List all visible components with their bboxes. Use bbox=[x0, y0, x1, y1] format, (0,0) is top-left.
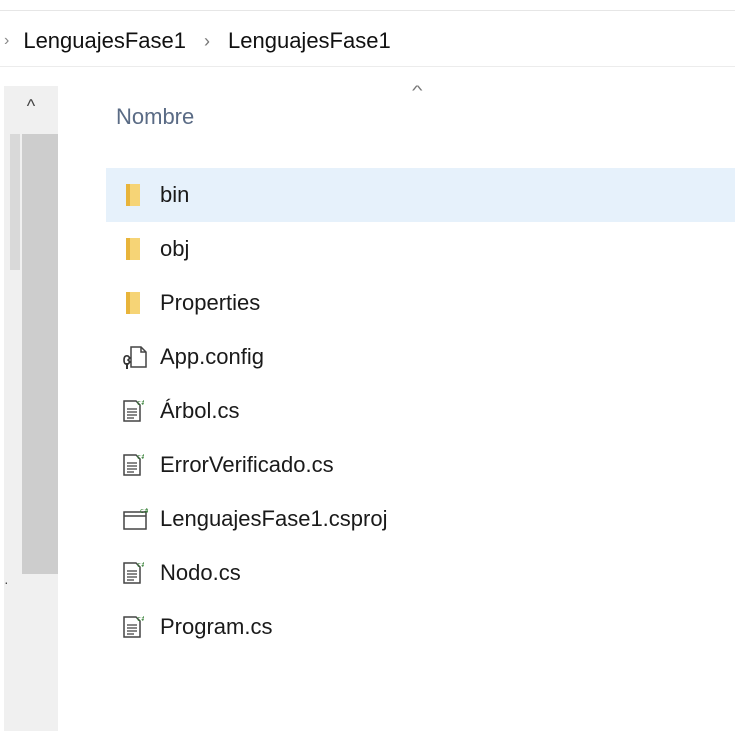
list-item-app-config[interactable]: App.config bbox=[106, 330, 735, 384]
csharp-file-icon: c# bbox=[122, 614, 147, 640]
scroll-up-arrow-icon[interactable]: ^ bbox=[4, 86, 58, 126]
svg-text:c#: c# bbox=[137, 399, 144, 407]
file-name: LenguajesFase1.csproj bbox=[160, 506, 388, 531]
scroll-thumb[interactable] bbox=[22, 134, 58, 574]
file-name: Nodo.cs bbox=[160, 560, 241, 585]
navigation-pane-dot: · bbox=[4, 574, 9, 590]
list-item-errorverificado-cs[interactable]: c# ErrorVerificado.cs bbox=[106, 438, 735, 492]
folder-icon bbox=[122, 182, 144, 208]
file-name: obj bbox=[160, 236, 190, 261]
breadcrumb-item-parent[interactable]: LenguajesFase1 bbox=[23, 28, 186, 54]
svg-text:c#: c# bbox=[137, 453, 144, 461]
csproj-file-icon: c# bbox=[122, 506, 150, 532]
list-item-nodo-cs[interactable]: c# Nodo.cs bbox=[106, 546, 735, 600]
breadcrumb-prefix-chevron-icon[interactable]: › bbox=[4, 32, 9, 50]
svg-text:c#: c# bbox=[137, 615, 144, 623]
folder-icon bbox=[122, 236, 144, 262]
file-name: bin bbox=[160, 182, 190, 207]
list-item-lenguajesfase1-csproj[interactable]: c# LenguajesFase1.csproj bbox=[106, 492, 735, 546]
breadcrumb-chevron-icon[interactable]: › bbox=[204, 31, 210, 52]
file-name: Program.cs bbox=[160, 614, 273, 639]
vertical-scrollbar[interactable]: ^ bbox=[4, 86, 58, 731]
svg-text:c#: c# bbox=[137, 561, 144, 569]
config-file-icon bbox=[122, 344, 147, 370]
file-name: Árbol.cs bbox=[160, 398, 240, 423]
list-item-program-cs[interactable]: c# Program.cs bbox=[106, 600, 735, 654]
file-list: bin obj Properties App.config c# Árbol.c… bbox=[106, 168, 735, 654]
file-name: Properties bbox=[160, 290, 261, 315]
list-item-bin[interactable]: bin bbox=[106, 168, 735, 222]
svg-text:c#: c# bbox=[140, 507, 148, 515]
csharp-file-icon: c# bbox=[122, 452, 147, 478]
scroll-track[interactable] bbox=[10, 134, 20, 270]
window-top-border bbox=[0, 10, 735, 11]
breadcrumb: › LenguajesFase1 › LenguajesFase1 bbox=[0, 18, 391, 64]
csharp-file-icon: c# bbox=[122, 560, 147, 586]
file-name: ErrorVerificado.cs bbox=[160, 452, 334, 477]
list-item-obj[interactable]: obj bbox=[106, 222, 735, 276]
breadcrumb-divider bbox=[0, 66, 735, 67]
folder-icon bbox=[122, 290, 144, 316]
sort-ascending-icon: ^ bbox=[412, 82, 423, 98]
csharp-file-icon: c# bbox=[122, 398, 147, 424]
list-item-properties[interactable]: Properties bbox=[106, 276, 735, 330]
list-item-arbol-cs[interactable]: c# Árbol.cs bbox=[106, 384, 735, 438]
file-name: App.config bbox=[160, 344, 264, 369]
column-header-name[interactable]: Nombre bbox=[116, 104, 194, 130]
breadcrumb-item-current[interactable]: LenguajesFase1 bbox=[228, 28, 391, 54]
